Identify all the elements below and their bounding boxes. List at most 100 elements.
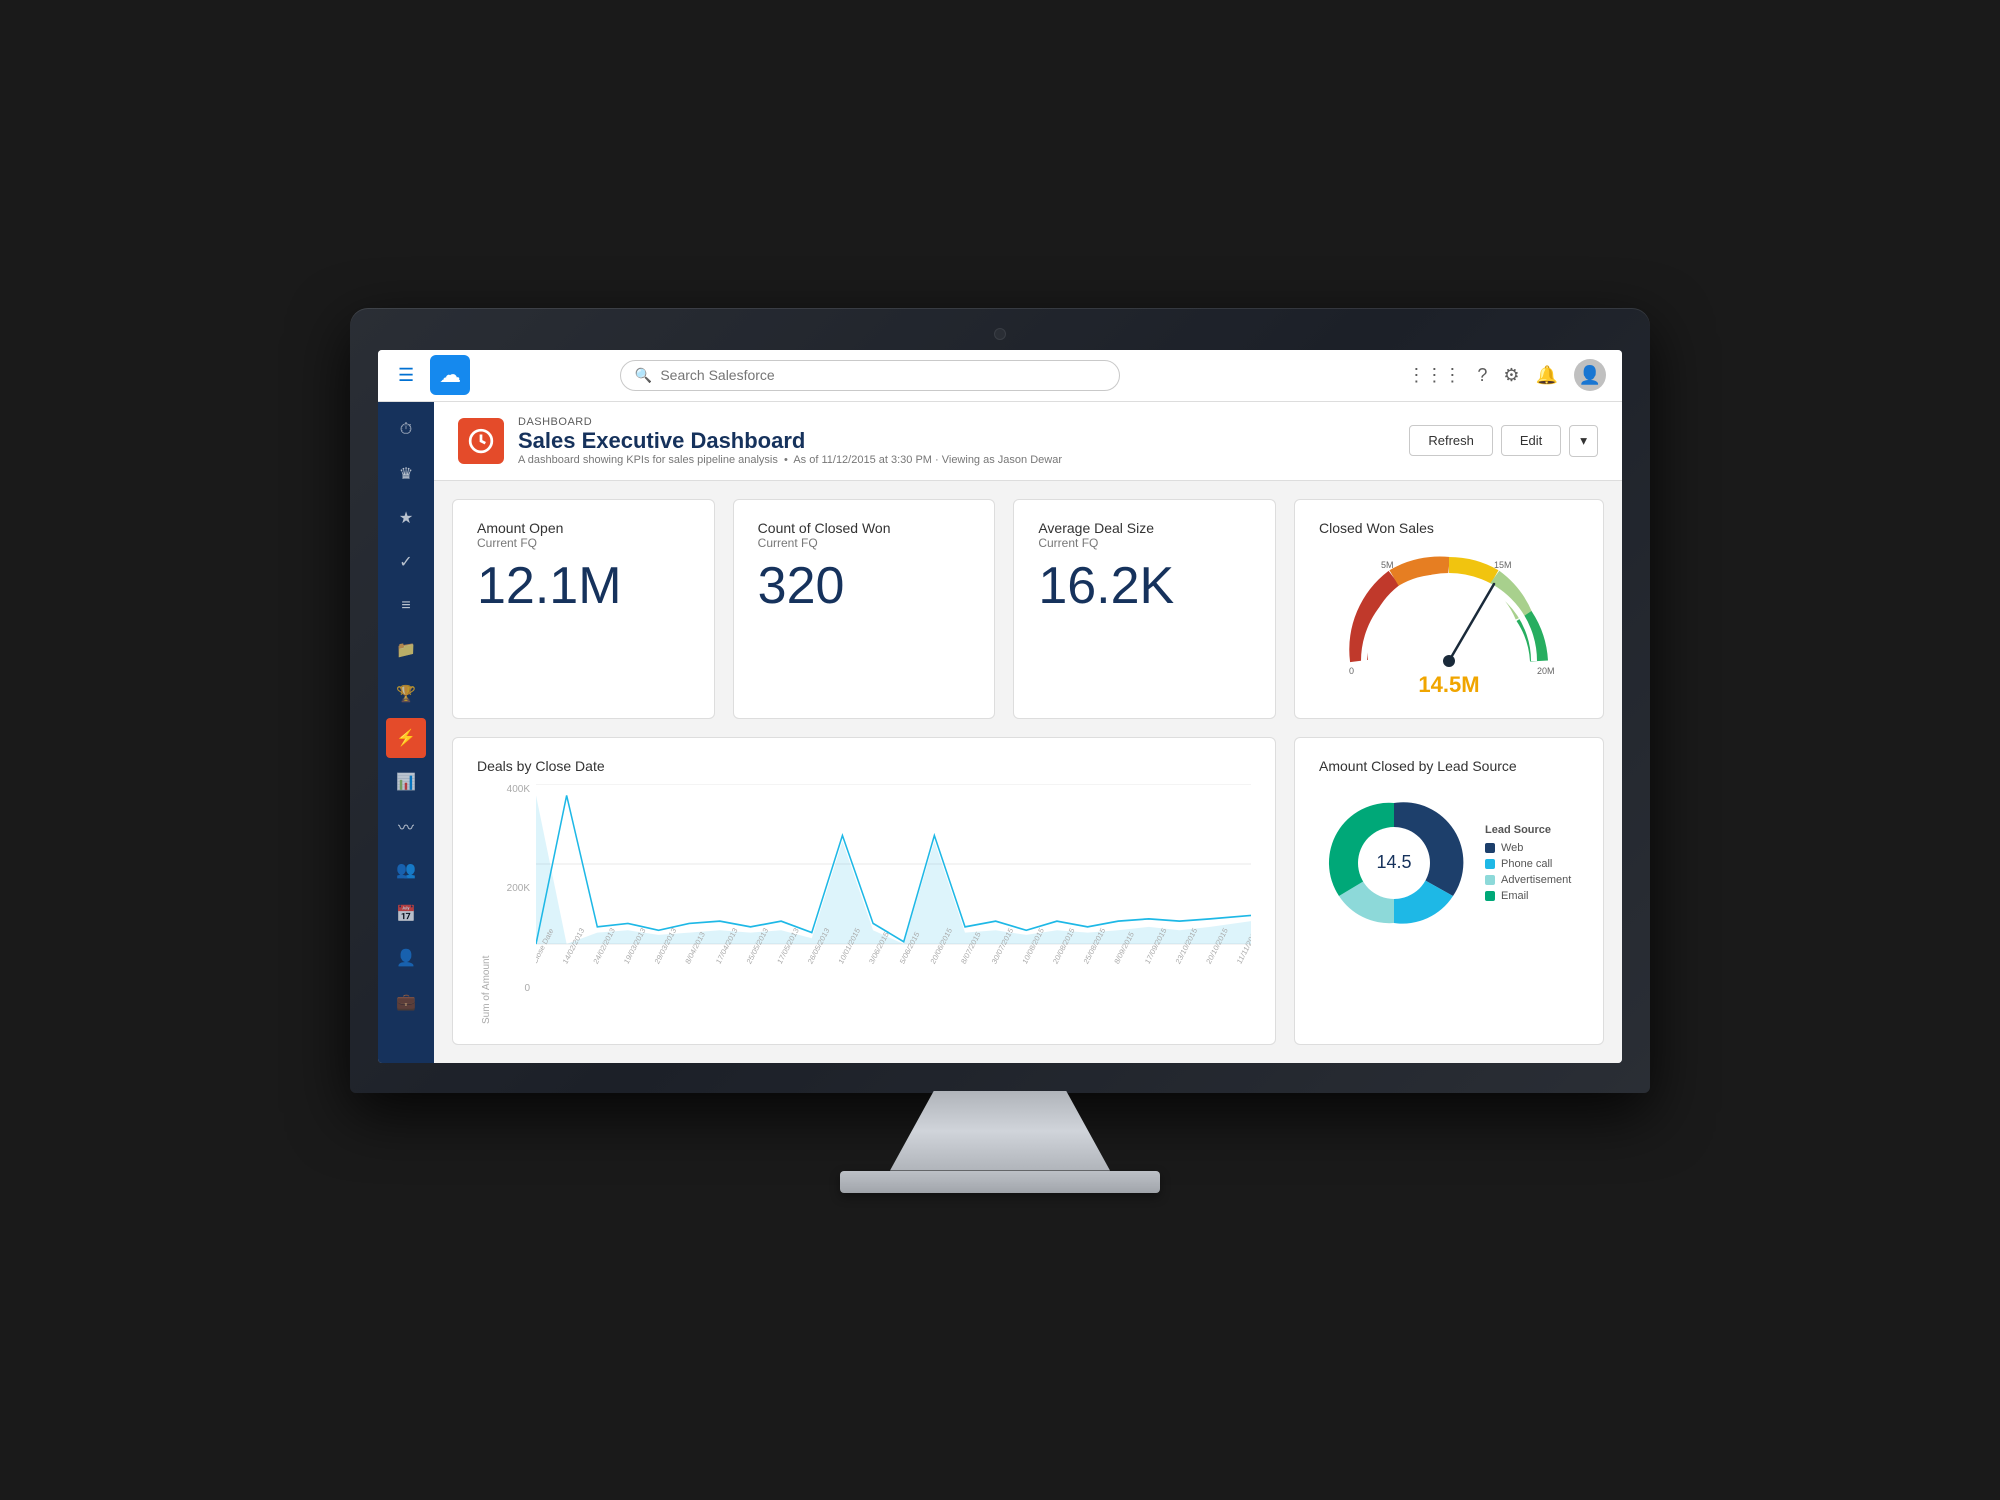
sidebar-item-recent[interactable]: ⏱ [386, 410, 426, 450]
legend-label: Web [1501, 842, 1523, 854]
help-icon[interactable]: ? [1477, 365, 1487, 386]
folder-icon: 📁 [396, 640, 416, 660]
line-chart-svg: Close Date 14/02/2013 24/02/2013 19/03/2… [536, 784, 1251, 1024]
page-title: Sales Executive Dashboard [518, 428, 1062, 454]
hamburger-icon[interactable]: ☰ [394, 361, 418, 390]
briefcase-icon: 💼 [396, 992, 416, 1012]
kpi-subtitle: Current FQ [758, 536, 971, 550]
y-axis-label: Sum of Amount [477, 784, 492, 1024]
kpi-title: Count of Closed Won [758, 520, 971, 536]
sidebar-item-reports[interactable]: 📊 [386, 762, 426, 802]
svg-text:5M: 5M [1381, 560, 1394, 570]
main-layout: ⏱ ♛ ★ ✓ ≡ 📁 🏆 ⚡ 📊 〰 👥 📅 👤 💼 [378, 402, 1622, 1063]
sidebar-item-activity[interactable]: 〰 [386, 806, 426, 846]
sidebar-item-achievements[interactable]: 🏆 [386, 674, 426, 714]
kpi-card-closed-won: Count of Closed Won Current FQ 320 [733, 499, 996, 719]
donut-chart: 14.5 [1319, 788, 1469, 943]
kpi-title: Amount Open [477, 520, 690, 536]
dashboard-subtitle: A dashboard showing KPIs for sales pipel… [518, 454, 1062, 466]
donut-card: Amount Closed by Lead Source [1294, 737, 1604, 1045]
svg-text:0: 0 [1349, 666, 1354, 676]
people-icon: 👥 [396, 860, 416, 880]
kpi-row: Amount Open Current FQ 12.1M Count of Cl… [452, 499, 1276, 719]
legend-item-phone: Phone call [1485, 858, 1571, 870]
svg-text:15M: 15M [1494, 560, 1512, 570]
gauge-icon: ⚡ [396, 728, 416, 748]
notifications-icon[interactable]: 🔔 [1536, 365, 1558, 386]
legend-label: Phone call [1501, 858, 1552, 870]
sidebar-item-notes[interactable]: ≡ [386, 586, 426, 626]
kpi-value: 320 [758, 560, 971, 612]
salesforce-logo[interactable]: ☁ [430, 355, 470, 395]
apps-icon[interactable]: ⋮⋮⋮ [1407, 365, 1461, 386]
svg-text:14.5: 14.5 [1376, 852, 1411, 872]
content-area: DASHBOARD Sales Executive Dashboard A da… [434, 402, 1622, 1063]
task-icon: ✓ [399, 552, 412, 572]
legend-dot-advertisement [1485, 875, 1495, 885]
kpi-card-avg-deal: Average Deal Size Current FQ 16.2K [1013, 499, 1276, 719]
user-icon: 👤 [396, 948, 416, 968]
svg-text:29/03/2013: 29/03/2013 [653, 926, 678, 965]
sidebar-item-favorites[interactable]: ♛ [386, 454, 426, 494]
chart-icon: 📊 [396, 772, 416, 792]
crown-icon: ♛ [399, 464, 413, 484]
gauge-card: Closed Won Sales [1294, 499, 1604, 719]
trophy-icon: 🏆 [396, 684, 416, 704]
monitor-bezel: ☰ ☁ 🔍 ⋮⋮⋮ ? ⚙ 🔔 👤 [350, 308, 1650, 1093]
sidebar-item-jobs[interactable]: 💼 [386, 982, 426, 1022]
refresh-button[interactable]: Refresh [1409, 425, 1493, 456]
kpi-card-amount-open: Amount Open Current FQ 12.1M [452, 499, 715, 719]
notes-icon: ≡ [401, 597, 410, 615]
kpi-title: Average Deal Size [1038, 520, 1251, 536]
sidebar-item-files[interactable]: 📁 [386, 630, 426, 670]
search-input[interactable] [660, 367, 1105, 383]
top-row: Amount Open Current FQ 12.1M Count of Cl… [452, 499, 1604, 719]
recent-icon: ⏱ [400, 421, 412, 439]
sidebar-item-tasks[interactable]: ✓ [386, 542, 426, 582]
sidebar-item-users[interactable]: 👤 [386, 938, 426, 978]
activity-icon: 〰 [398, 814, 414, 838]
legend: Lead Source Web Phone call [1485, 824, 1571, 906]
sidebar-item-contacts[interactable]: 👥 [386, 850, 426, 890]
legend-item-advertisement: Advertisement [1485, 874, 1571, 886]
settings-icon[interactable]: ⚙ [1503, 365, 1519, 386]
monitor-wrapper: ☰ ☁ 🔍 ⋮⋮⋮ ? ⚙ 🔔 👤 [350, 308, 1650, 1193]
bottom-row: Deals by Close Date Sum of Amount 400K 2… [452, 737, 1604, 1045]
breadcrumb: DASHBOARD [518, 416, 1062, 428]
line-chart-card: Deals by Close Date Sum of Amount 400K 2… [452, 737, 1276, 1045]
search-bar[interactable]: 🔍 [620, 360, 1120, 391]
top-nav: ☰ ☁ 🔍 ⋮⋮⋮ ? ⚙ 🔔 👤 [378, 350, 1622, 402]
y-axis-ticks: 400K 200K 0 [492, 784, 536, 1024]
search-icon: 🔍 [635, 367, 652, 384]
sf-app: ☰ ☁ 🔍 ⋮⋮⋮ ? ⚙ 🔔 👤 [378, 350, 1622, 1063]
legend-dot-phone [1485, 859, 1495, 869]
kpi-subtitle: Current FQ [477, 536, 690, 550]
svg-text:14/02/2013: 14/02/2013 [561, 926, 586, 965]
sidebar-item-starred[interactable]: ★ [386, 498, 426, 538]
avatar[interactable]: 👤 [1574, 359, 1606, 391]
sidebar-item-dashboard[interactable]: ⚡ [386, 718, 426, 758]
svg-text:10/08/2015: 10/08/2015 [1021, 926, 1046, 965]
legend-dot-email [1485, 891, 1495, 901]
nav-icons: ⋮⋮⋮ ? ⚙ 🔔 👤 [1407, 359, 1606, 391]
legend-label: Advertisement [1501, 874, 1571, 886]
sidebar-item-calendar[interactable]: 📅 [386, 894, 426, 934]
legend-item-web: Web [1485, 842, 1571, 854]
donut-title: Amount Closed by Lead Source [1319, 758, 1579, 774]
edit-button[interactable]: Edit [1501, 425, 1561, 456]
legend-dot-web [1485, 843, 1495, 853]
dashboard-header: DASHBOARD Sales Executive Dashboard A da… [434, 402, 1622, 481]
star-icon: ★ [399, 508, 413, 528]
gauge-title: Closed Won Sales [1319, 520, 1434, 536]
dashboard-icon [458, 418, 504, 464]
kpi-subtitle: Current FQ [1038, 536, 1251, 550]
kpi-value: 16.2K [1038, 560, 1251, 612]
dashboard-text: DASHBOARD Sales Executive Dashboard A da… [518, 416, 1062, 466]
legend-item-email: Email [1485, 890, 1571, 902]
donut-area: 14.5 Lead Source Web [1319, 788, 1579, 943]
chart-title: Deals by Close Date [477, 758, 1251, 774]
monitor-stand [890, 1091, 1110, 1171]
more-options-button[interactable]: ▾ [1569, 425, 1598, 457]
gauge-container: 0 5M 15M 20M [1339, 546, 1559, 666]
legend-title: Lead Source [1485, 824, 1571, 836]
